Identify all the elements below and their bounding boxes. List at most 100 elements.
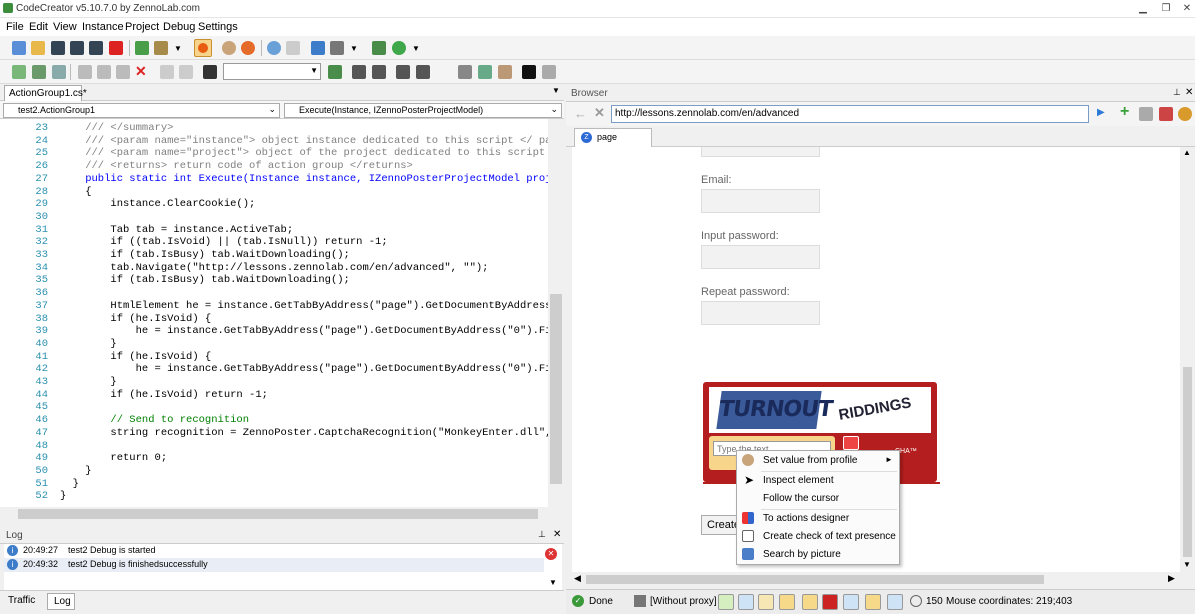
add-tab-icon[interactable]: +: [1120, 103, 1129, 121]
editor-vscrollbar[interactable]: [548, 119, 564, 507]
create-button[interactable]: Create: [701, 515, 741, 535]
save-all-icon[interactable]: [89, 41, 103, 55]
delete-icon[interactable]: ✕: [135, 63, 147, 80]
close-icon[interactable]: ✕: [553, 529, 561, 540]
popup-toggle-icon[interactable]: [779, 594, 795, 610]
chevron-right-icon[interactable]: ▶: [1168, 573, 1175, 584]
menu-item-actions-designer[interactable]: To actions designer: [737, 510, 899, 528]
page-icon[interactable]: [1139, 107, 1153, 121]
plugins-toggle-icon[interactable]: [758, 594, 774, 610]
captcha-refresh-icon[interactable]: [843, 436, 859, 450]
cut-icon[interactable]: [78, 65, 92, 79]
maximize-button[interactable]: ❐: [1159, 2, 1173, 16]
cookie-icon[interactable]: [1178, 107, 1192, 121]
password-field[interactable]: [701, 245, 820, 269]
go-icon[interactable]: ▶: [1097, 107, 1105, 118]
scroll-thumb[interactable]: [18, 509, 538, 519]
play-icon[interactable]: [392, 41, 406, 55]
back-icon[interactable]: ←: [574, 106, 587, 121]
variables-icon[interactable]: [478, 65, 492, 79]
chevron-down-icon[interactable]: ▼: [412, 44, 420, 53]
tables-icon[interactable]: [498, 65, 512, 79]
undo-icon[interactable]: [160, 65, 174, 79]
new-icon[interactable]: [12, 41, 26, 55]
images-toggle-icon[interactable]: [718, 594, 734, 610]
chevron-down-icon[interactable]: ▼: [549, 578, 557, 587]
pin-icon[interactable]: ⊥: [1173, 87, 1181, 98]
chevron-down-icon[interactable]: ▼: [310, 66, 318, 75]
menu-project[interactable]: Project: [125, 21, 159, 33]
browser-hscrollbar[interactable]: ◀ ▶: [572, 572, 1180, 586]
search-input[interactable]: ▼: [223, 63, 321, 80]
status-proxy[interactable]: [Without proxy]: [650, 596, 717, 607]
tab-page[interactable]: Z page: [574, 128, 652, 148]
align-icon[interactable]: [396, 65, 410, 79]
js-toggle-icon[interactable]: [802, 594, 818, 610]
menu-item-set-value[interactable]: Set value from profile ►: [737, 452, 899, 470]
close-project-icon[interactable]: [109, 41, 123, 55]
browser-vscrollbar[interactable]: ▲ ▼: [1180, 147, 1195, 572]
menu-debug[interactable]: Debug: [163, 21, 195, 33]
go-icon[interactable]: [328, 65, 342, 79]
menu-file[interactable]: File: [6, 21, 24, 33]
close-window-button[interactable]: ✕: [1180, 2, 1194, 16]
firefox-icon[interactable]: [241, 41, 255, 55]
scroll-thumb[interactable]: [586, 575, 1044, 584]
profile-icon[interactable]: [222, 41, 236, 55]
debug-step-icon[interactable]: [372, 41, 386, 55]
export-icon[interactable]: [135, 41, 149, 55]
window-icon[interactable]: [311, 41, 325, 55]
new-file-icon[interactable]: [12, 65, 26, 79]
menu-item-text-check[interactable]: Create check of text presence: [737, 528, 899, 546]
find-icon[interactable]: [203, 65, 217, 79]
tab-editor[interactable]: ActionGroup1.cs*: [4, 85, 87, 101]
method-combo[interactable]: Execute(Instance, IZennoPosterProjectMod…: [284, 103, 562, 118]
tab-log[interactable]: Log: [47, 593, 75, 610]
form-field[interactable]: [701, 147, 820, 157]
repeat-password-field[interactable]: [701, 301, 820, 325]
save-icon[interactable]: [51, 41, 65, 55]
add-icon[interactable]: [32, 65, 46, 79]
save-as-icon[interactable]: [70, 41, 84, 55]
menu-view[interactable]: View: [53, 21, 77, 33]
chevron-left-icon[interactable]: ◀: [574, 573, 581, 584]
menu-item-inspect[interactable]: ➤ Inspect element: [737, 472, 899, 490]
sound-toggle-icon[interactable]: [887, 594, 903, 610]
code-editor[interactable]: 23 /// </summary> 24 /// <param name="ins…: [0, 119, 548, 507]
error-icon[interactable]: ✕: [545, 548, 557, 560]
chevron-down-icon[interactable]: ▼: [552, 86, 560, 95]
frames-toggle-icon[interactable]: [738, 594, 754, 610]
no-pointer-icon[interactable]: [330, 41, 344, 55]
mail-icon[interactable]: [286, 41, 300, 55]
console-icon[interactable]: [522, 65, 536, 79]
editor-hscrollbar[interactable]: [0, 507, 564, 521]
chevron-down-icon[interactable]: ▼: [174, 44, 182, 53]
record-icon[interactable]: [194, 39, 212, 57]
clear-icon[interactable]: [1159, 107, 1173, 121]
tab-traffic[interactable]: Traffic: [8, 595, 35, 606]
log-row[interactable]: i 20:49:27 test2 Debug is started: [4, 544, 544, 558]
log-row[interactable]: i 20:49:32 test2 Debug is finishedsucces…: [4, 558, 544, 572]
class-combo[interactable]: test2.ActionGroup1 ⌄: [3, 103, 280, 118]
chevron-up-icon[interactable]: ▲: [1183, 148, 1191, 157]
user-icon[interactable]: [267, 41, 281, 55]
menu-settings[interactable]: Settings: [198, 21, 238, 33]
redo-icon[interactable]: [179, 65, 193, 79]
publish-icon[interactable]: [154, 41, 168, 55]
settings-icon[interactable]: [542, 65, 556, 79]
outdent-icon[interactable]: [372, 65, 386, 79]
java-toggle-icon[interactable]: [865, 594, 881, 610]
notifications-toggle-icon[interactable]: [843, 594, 859, 610]
copy-icon[interactable]: [97, 65, 111, 79]
scroll-thumb[interactable]: [550, 294, 562, 484]
panel-icon[interactable]: [458, 65, 472, 79]
scroll-thumb[interactable]: [1183, 367, 1192, 557]
chevron-down-icon[interactable]: ▼: [350, 44, 358, 53]
indent-icon[interactable]: [352, 65, 366, 79]
close-icon[interactable]: ✕: [1185, 87, 1193, 98]
open-icon[interactable]: [31, 41, 45, 55]
chevron-down-icon[interactable]: ▼: [1183, 560, 1191, 569]
email-field[interactable]: [701, 189, 820, 213]
menu-item-search-picture[interactable]: Search by picture: [737, 546, 899, 564]
refresh-icon[interactable]: [52, 65, 66, 79]
